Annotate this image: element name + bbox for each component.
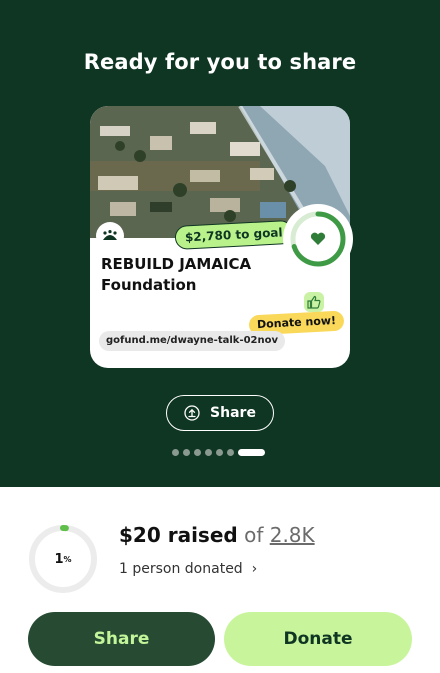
gofundme-logo-icon bbox=[96, 222, 124, 250]
share-link-label: Share bbox=[210, 405, 256, 421]
percent-value: 1 bbox=[54, 551, 64, 567]
share-upload-icon bbox=[184, 405, 200, 421]
carousel-dot[interactable] bbox=[183, 448, 190, 456]
raised-summary: $20 raised of 2.8K bbox=[119, 523, 315, 547]
carousel-dot[interactable] bbox=[172, 448, 179, 456]
campaign-name: REBUILD JAMAICA Foundation bbox=[101, 254, 271, 296]
percent-label: 1% bbox=[27, 523, 99, 595]
campaign-url: gofund.me/dwayne-talk-02nov bbox=[99, 331, 286, 351]
progress-ring bbox=[283, 204, 353, 274]
raised-of: of bbox=[244, 523, 264, 547]
carousel-dot[interactable] bbox=[227, 448, 234, 456]
campaign-name-line1: REBUILD JAMAICA bbox=[101, 255, 252, 273]
share-link-button[interactable]: Share bbox=[166, 395, 274, 431]
raised-amount: $20 raised bbox=[119, 523, 238, 547]
percent-sign: % bbox=[63, 554, 72, 564]
page-title: Ready for you to share bbox=[83, 50, 357, 74]
carousel-dot[interactable] bbox=[216, 448, 223, 456]
carousel-dots bbox=[172, 448, 265, 456]
chevron-right-icon: › bbox=[247, 561, 258, 577]
share-button[interactable]: Share bbox=[28, 612, 215, 666]
thumbs-up-icon bbox=[304, 292, 324, 312]
donors-link[interactable]: 1 person donated › bbox=[119, 561, 257, 577]
goal-amount-link[interactable]: 2.8K bbox=[270, 523, 315, 547]
heart-icon bbox=[310, 232, 326, 245]
carousel-dot[interactable] bbox=[194, 448, 201, 456]
carousel-dot[interactable] bbox=[205, 448, 212, 456]
campaign-name-line2: Foundation bbox=[101, 276, 197, 294]
carousel-dot-active[interactable] bbox=[238, 448, 265, 456]
donate-button[interactable]: Donate bbox=[224, 612, 412, 666]
donors-count: 1 person donated bbox=[119, 561, 243, 577]
